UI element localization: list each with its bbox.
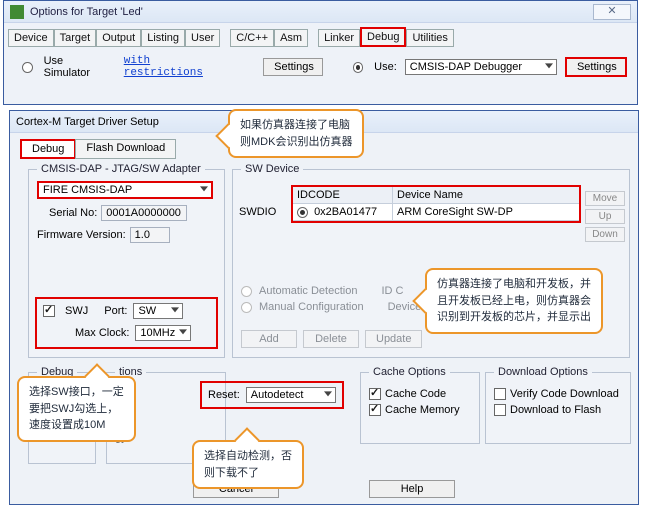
tab-asm[interactable]: Asm [274, 29, 308, 47]
tab-listing[interactable]: Listing [141, 29, 185, 47]
close-icon[interactable]: ✕ [593, 4, 631, 20]
dialog-buttons: Cancel Help [10, 480, 638, 498]
clock-select[interactable]: 10MHz [135, 325, 191, 341]
callout-text: 选择SW接口，一定 [29, 384, 124, 401]
port-label: Port: [104, 305, 127, 317]
callout-text: 则MDK会识别出仿真器 [240, 134, 352, 151]
tab-output[interactable]: Output [96, 29, 141, 47]
inner-tab-flash[interactable]: Flash Download [75, 139, 176, 159]
callout-text: 识别到开发板的芯片，并显示出 [437, 309, 591, 326]
outer-title: Options for Target 'Led' [30, 6, 143, 18]
swj-group: SWJ Port: SW Max Clock: 10MHz [35, 297, 218, 349]
fw-label: Firmware Version: [37, 229, 126, 241]
verify-checkbox[interactable] [494, 388, 506, 400]
cache-memory-checkbox[interactable] [369, 404, 381, 416]
col-devname: Device Name [393, 187, 579, 204]
swdevice-legend: SW Device [241, 163, 303, 175]
reset-group: Reset: Autodetect [200, 381, 344, 409]
tab-cpp[interactable]: C/C++ [230, 29, 274, 47]
manual-conf-radio[interactable] [241, 302, 252, 313]
callout-text: 则下载不了 [204, 465, 292, 482]
serial-value: 0001A0000000 [101, 205, 187, 221]
use-debugger-radio[interactable] [353, 62, 364, 73]
outer-tabstrip: Device Target Output Listing User C/C++ … [8, 27, 633, 47]
app-icon [10, 5, 24, 19]
detect-buttons: Add Delete Update [241, 330, 422, 348]
serial-label: Serial No: [49, 207, 97, 219]
download-legend: Download Options [494, 366, 592, 378]
cache-code-checkbox[interactable] [369, 388, 381, 400]
callout-board-detected: 仿真器连接了电脑和开发板，并 且开发板已经上电，则仿真器会 识别到开发板的芯片，… [425, 268, 603, 334]
update-button[interactable]: Update [365, 330, 422, 348]
reset-select[interactable]: Autodetect [246, 387, 336, 403]
callout-text: 速度设置成10M [29, 417, 124, 434]
settings-right-button[interactable]: Settings [565, 57, 627, 77]
inner-tab-debug[interactable]: Debug [20, 139, 76, 159]
callout-text: 如果仿真器连接了电脑 [240, 117, 352, 134]
auto-detect-radio[interactable] [241, 286, 252, 297]
col-idcode: IDCODE [293, 187, 393, 204]
callout-text: 仿真器连接了电脑和开发板，并 [437, 276, 591, 293]
fw-value: 1.0 [130, 227, 170, 243]
use-label: Use: [374, 61, 397, 73]
port-select[interactable]: SW [133, 303, 183, 319]
callout-autodetect: 选择自动检测，否 则下载不了 [192, 440, 304, 489]
use-simulator-label: Use Simulator [44, 55, 110, 79]
tab-utilities[interactable]: Utilities [406, 29, 453, 47]
outer-titlebar: Options for Target 'Led' ✕ [4, 1, 637, 23]
table-row[interactable]: 0x2BA01477 ARM CoreSight SW-DP [293, 204, 579, 221]
move-button[interactable]: Move [585, 191, 625, 206]
adapter-select[interactable]: FIRE CMSIS-DAP [37, 181, 213, 199]
reset-label: Reset: [208, 389, 240, 401]
cache-code-label: Cache Code [385, 388, 446, 400]
adapter-legend: CMSIS-DAP - JTAG/SW Adapter [37, 163, 205, 175]
row-devname: ARM CoreSight SW-DP [393, 204, 579, 221]
cache-fieldset: Cache Options Cache Code Cache Memory [360, 366, 480, 444]
port-value: SW [138, 305, 156, 317]
with-restrictions-link[interactable]: with restrictions [124, 55, 231, 79]
debugger-select[interactable]: CMSIS-DAP Debugger [405, 59, 557, 75]
tab-user[interactable]: User [185, 29, 220, 47]
flash-label: Download to Flash [510, 404, 601, 416]
adapter-fieldset: CMSIS-DAP - JTAG/SW Adapter FIRE CMSIS-D… [28, 163, 225, 358]
tab-debug[interactable]: Debug [360, 27, 406, 47]
download-fieldset: Download Options Verify Code Download Do… [485, 366, 631, 444]
up-button[interactable]: Up [585, 209, 625, 224]
auto-detect-label: Automatic Detection [259, 285, 357, 297]
options-window: Options for Target 'Led' ✕ Device Target… [3, 0, 638, 105]
callout-sw-port: 选择SW接口，一定 要把SWJ勾选上， 速度设置成10M [17, 376, 136, 442]
tab-linker[interactable]: Linker [318, 29, 360, 47]
verify-label: Verify Code Download [510, 388, 619, 400]
delete-button[interactable]: Delete [303, 330, 359, 348]
adapter-select-value: FIRE CMSIS-DAP [43, 184, 132, 196]
cache-legend: Cache Options [369, 366, 450, 378]
clock-label: Max Clock: [75, 327, 129, 339]
callout-emulator-detected: 如果仿真器连接了电脑 则MDK会识别出仿真器 [228, 109, 364, 158]
debugger-select-value: CMSIS-DAP Debugger [410, 61, 522, 73]
tab-device[interactable]: Device [8, 29, 54, 47]
swdevice-table: IDCODE Device Name 0x2BA01477 ARM CoreSi… [291, 185, 581, 223]
swj-checkbox[interactable] [43, 305, 55, 317]
debugger-row: Use Simulator with restrictions Settings… [22, 55, 627, 79]
help-button[interactable]: Help [369, 480, 455, 498]
cache-memory-label: Cache Memory [385, 404, 460, 416]
row-idcode: 0x2BA01477 [314, 206, 377, 218]
swdevice-side-buttons: Move Up Down [585, 191, 625, 242]
settings-left-button[interactable]: Settings [263, 58, 323, 76]
use-simulator-radio[interactable] [22, 62, 33, 73]
inner-title: Cortex-M Target Driver Setup [16, 116, 159, 128]
swdio-label: SWDIO [239, 206, 276, 218]
add-button[interactable]: Add [241, 330, 297, 348]
flash-checkbox[interactable] [494, 404, 506, 416]
swj-label: SWJ [65, 305, 88, 317]
row-radio[interactable] [297, 207, 308, 218]
clock-value: 10MHz [140, 327, 175, 339]
tab-target[interactable]: Target [54, 29, 97, 47]
idcode-small-label: ID C [381, 285, 403, 297]
manual-conf-label: Manual Configuration [259, 301, 364, 313]
callout-text: 且开发板已经上电，则仿真器会 [437, 293, 591, 310]
callout-text: 要把SWJ勾选上， [29, 401, 124, 418]
reset-value: Autodetect [251, 389, 304, 401]
down-button[interactable]: Down [585, 227, 625, 242]
